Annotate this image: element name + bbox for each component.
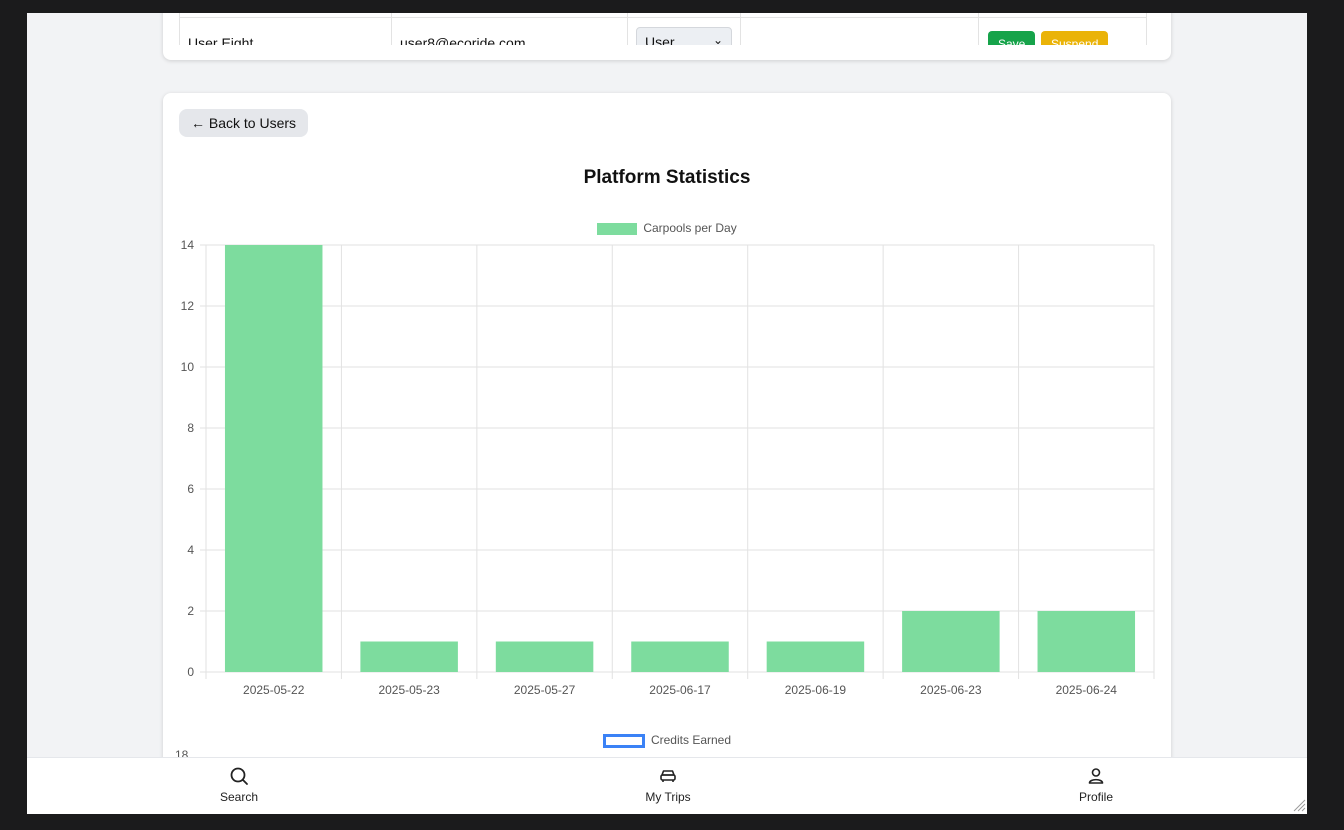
column-divider xyxy=(978,13,979,45)
legend-label: Credits Earned xyxy=(650,733,732,747)
nav-trips-label: My Trips xyxy=(645,790,691,804)
y-tick-label: 6 xyxy=(187,482,194,496)
x-tick-label: 2025-06-24 xyxy=(1056,683,1118,697)
page-title: Platform Statistics xyxy=(583,167,751,188)
role-select[interactable]: User ⌄ xyxy=(636,27,732,45)
column-divider xyxy=(627,13,628,45)
user-email-cell: user8@ecoride.com xyxy=(400,35,526,45)
x-tick-label: 2025-06-19 xyxy=(785,683,847,697)
user-name-cell: User Eight xyxy=(188,35,254,45)
nav-search[interactable]: Search xyxy=(199,766,279,804)
bar-2025-05-23 xyxy=(360,641,458,672)
browser-viewport: User Eight user8@ecoride.com User ⌄ Save… xyxy=(27,13,1307,814)
car-icon xyxy=(660,770,676,782)
carpools-bar-chart: 0 2 4 6 8 10 12 14 2025-05-22 2025-05-23 2025-05-2… xyxy=(181,238,1155,697)
search-icon xyxy=(230,767,248,785)
resize-grip-icon[interactable] xyxy=(1292,798,1306,812)
save-button[interactable]: Save xyxy=(988,31,1036,45)
column-divider xyxy=(391,13,392,45)
user-icon xyxy=(1088,768,1104,784)
nav-profile-label: Profile xyxy=(1078,790,1113,804)
users-table: User Eight user8@ecoride.com User ⌄ Save… xyxy=(179,13,1147,45)
x-tick-label: 2025-05-23 xyxy=(378,683,440,697)
y-tick-label: 4 xyxy=(187,543,194,557)
credits-legend[interactable]: Credits Earned xyxy=(163,733,1171,748)
y-tick-label: 0 xyxy=(187,665,194,679)
nav-my-trips[interactable]: My Trips xyxy=(628,766,708,804)
legend-swatch xyxy=(602,733,645,748)
bar-2025-06-23 xyxy=(902,611,1000,672)
nav-search-label: Search xyxy=(219,790,259,804)
bar-2025-06-17 xyxy=(631,641,729,672)
column-divider xyxy=(740,13,741,45)
back-to-users-button[interactable]: ← Back to Users xyxy=(179,109,309,137)
x-tick-label: 2025-06-23 xyxy=(920,683,982,697)
users-table-card: User Eight user8@ecoride.com User ⌄ Save… xyxy=(163,13,1171,60)
y-tick-label: 8 xyxy=(187,421,194,435)
role-select-value: User xyxy=(645,34,675,45)
bar-2025-06-19 xyxy=(766,641,865,672)
x-tick-label: 2025-05-22 xyxy=(243,683,305,697)
chevron-down-icon: ⌄ xyxy=(712,33,723,45)
bar-2025-05-27 xyxy=(495,641,594,672)
x-tick-label: 2025-05-27 xyxy=(514,683,576,697)
x-tick-label: 2025-06-17 xyxy=(649,683,711,697)
suspend-button[interactable]: Suspend xyxy=(1041,31,1109,45)
statistics-card: ← Back to Users Platform Statistics Carp… xyxy=(163,93,1171,814)
y-tick-label: 10 xyxy=(181,360,195,374)
bar-2025-05-22 xyxy=(224,245,323,672)
bar-2025-06-24 xyxy=(1037,611,1136,672)
y-tick-label: 12 xyxy=(181,299,195,313)
bottom-nav: Search My Trips Profile xyxy=(27,757,1307,814)
y-tick-label: 14 xyxy=(181,238,195,252)
nav-profile[interactable]: Profile xyxy=(1056,766,1136,804)
table-divider xyxy=(180,17,1146,18)
y-tick-label: 2 xyxy=(187,604,194,618)
